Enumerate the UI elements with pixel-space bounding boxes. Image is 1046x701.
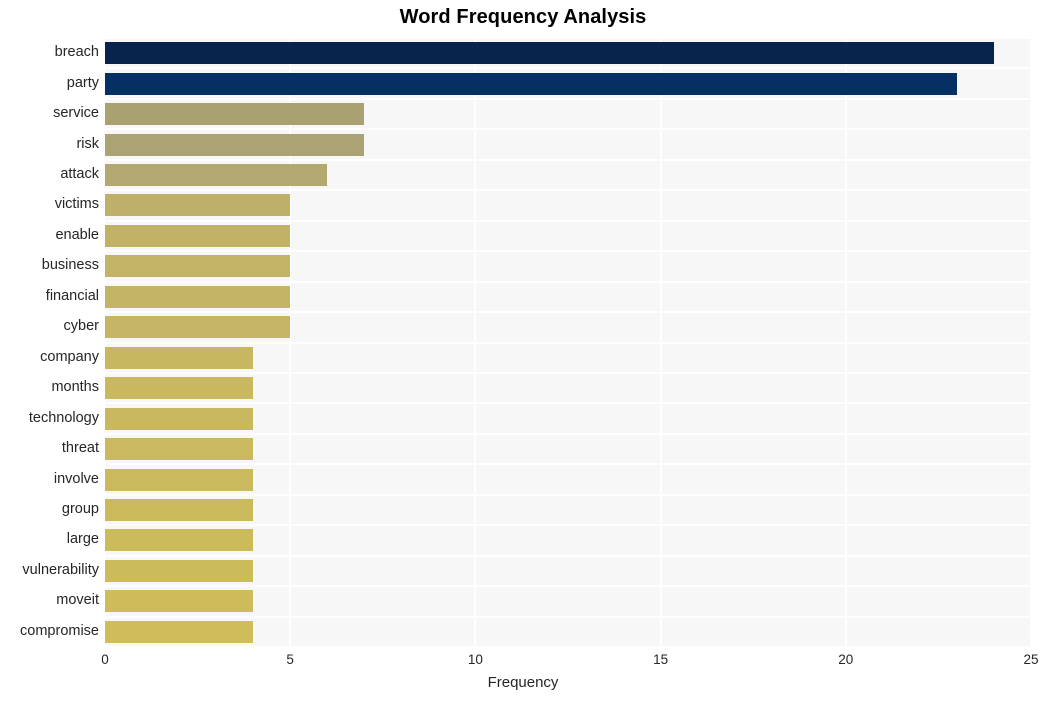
- y-gridline: [105, 97, 1031, 100]
- bar[interactable]: [105, 255, 291, 278]
- bar[interactable]: [105, 194, 291, 217]
- y-gridline: [105, 158, 1031, 161]
- y-gridline: [105, 524, 1031, 527]
- bar[interactable]: [105, 438, 254, 461]
- x-axis-title: Frequency: [487, 674, 559, 691]
- bar[interactable]: [105, 559, 254, 582]
- y-tick-label: attack: [60, 166, 99, 183]
- bar[interactable]: [105, 498, 254, 521]
- y-gridline: [105, 615, 1031, 618]
- y-gridline: [105, 341, 1031, 344]
- y-tick-label: threat: [61, 440, 99, 457]
- bar[interactable]: [105, 468, 254, 491]
- y-tick-label: involve: [53, 470, 99, 487]
- y-gridline: [105, 371, 1031, 374]
- y-gridline: [105, 67, 1031, 70]
- x-tick-label: 5: [286, 652, 294, 667]
- y-tick-label: company: [40, 348, 99, 365]
- bar[interactable]: [105, 316, 291, 339]
- y-gridline: [105, 493, 1031, 496]
- y-tick-label: business: [41, 257, 99, 274]
- x-tick-label: 15: [653, 652, 669, 667]
- y-gridline: [105, 250, 1031, 253]
- y-axis-labels: breach party service risk attack victims enabl…: [0, 37, 105, 646]
- y-tick-label: compromise: [20, 622, 99, 639]
- chart-title: Word Frequency Analysis: [399, 6, 647, 28]
- x-tick-label: 0: [101, 652, 109, 667]
- bar[interactable]: [105, 72, 957, 95]
- bar[interactable]: [105, 377, 254, 400]
- bar[interactable]: [105, 224, 291, 247]
- y-gridline: [105, 432, 1031, 435]
- y-tick-label: breach: [54, 44, 99, 61]
- y-gridline: [105, 189, 1031, 192]
- bar[interactable]: [105, 590, 254, 613]
- bar[interactable]: [105, 133, 365, 156]
- x-tick-label: 10: [467, 652, 483, 667]
- y-tick-label: vulnerability: [22, 561, 99, 578]
- y-gridline: [105, 402, 1031, 405]
- bar[interactable]: [105, 164, 328, 187]
- x-tick-label: 20: [838, 652, 854, 667]
- word-frequency-chart: Word Frequency Analysis breach party servi…: [0, 0, 1046, 701]
- y-gridline: [105, 585, 1031, 588]
- y-tick-label: moveit: [56, 592, 99, 609]
- y-tick-label: cyber: [63, 318, 99, 335]
- y-tick-label: party: [66, 74, 99, 91]
- bar[interactable]: [105, 103, 365, 126]
- bar[interactable]: [105, 620, 254, 643]
- bar[interactable]: [105, 285, 291, 308]
- plot-area: [105, 37, 1031, 646]
- y-tick-label: large: [66, 531, 99, 548]
- y-gridline: [105, 37, 1031, 39]
- y-tick-label: group: [61, 500, 99, 517]
- y-tick-label: financial: [45, 287, 99, 304]
- y-tick-label: enable: [55, 226, 99, 243]
- y-tick-label: technology: [28, 409, 99, 426]
- bar[interactable]: [105, 529, 254, 552]
- y-tick-label: service: [53, 105, 99, 122]
- y-tick-label: victims: [54, 196, 99, 213]
- y-gridline: [105, 554, 1031, 557]
- bar[interactable]: [105, 42, 994, 65]
- x-tick-label: 25: [1023, 652, 1039, 667]
- bar[interactable]: [105, 407, 254, 430]
- y-tick-label: risk: [76, 135, 99, 152]
- y-gridline: [105, 128, 1031, 131]
- y-gridline: [105, 463, 1031, 466]
- y-gridline: [105, 280, 1031, 283]
- bar[interactable]: [105, 346, 254, 369]
- y-gridline: [105, 219, 1031, 222]
- y-gridline: [105, 311, 1031, 314]
- y-tick-label: months: [51, 379, 99, 396]
